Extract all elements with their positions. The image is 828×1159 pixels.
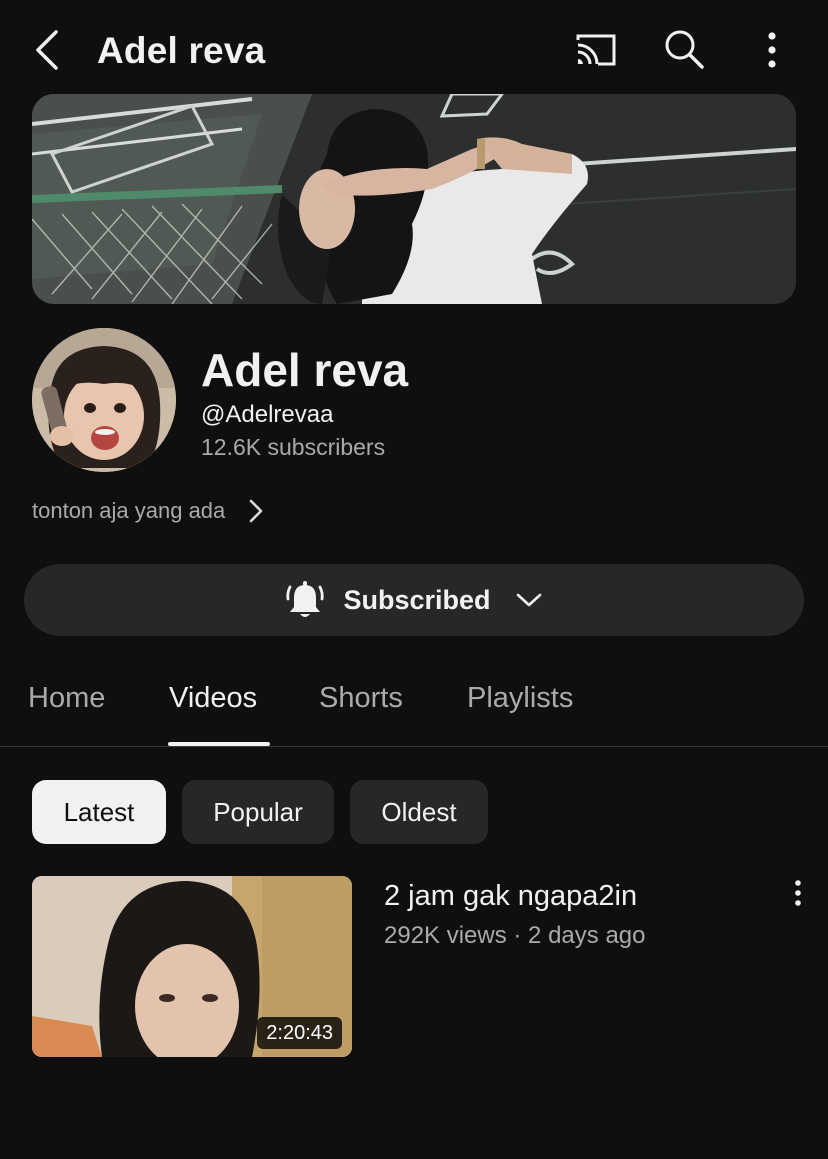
tab-shorts[interactable]: Shorts — [319, 682, 403, 715]
channel-page: Adel reva Adel reva @Adelrevaa 12.6K sub… — [0, 0, 828, 1159]
video-duration: 2:20:43 — [257, 1017, 342, 1049]
tab-home[interactable]: Home — [28, 682, 105, 715]
avatar-image — [32, 328, 176, 472]
channel-banner — [32, 94, 796, 304]
chip-latest[interactable]: Latest — [32, 780, 166, 844]
chip-oldest[interactable]: Oldest — [350, 780, 488, 844]
channel-tabs: Home Videos Shorts Playlists — [0, 668, 828, 748]
banner-image — [32, 94, 796, 304]
tab-videos[interactable]: Videos — [169, 682, 257, 715]
channel-handle: @Adelrevaa — [201, 401, 334, 428]
video-thumbnail[interactable]: 2:20:43 — [32, 876, 352, 1057]
cast-icon — [576, 34, 616, 66]
back-chevron-icon — [36, 30, 58, 70]
channel-name: Adel reva — [201, 344, 409, 396]
chevron-right-icon — [249, 499, 263, 523]
more-options-button[interactable] — [755, 30, 789, 70]
cast-button[interactable] — [572, 30, 618, 70]
more-vert-icon — [795, 880, 801, 906]
search-button[interactable] — [662, 27, 706, 71]
video-meta: 292K views · 2 days ago — [384, 922, 646, 949]
tab-playlists[interactable]: Playlists — [467, 682, 573, 715]
top-bar-title: Adel reva — [97, 30, 266, 71]
video-list-item[interactable]: 2:20:43 2 jam gak ngapa2in 292K views · … — [32, 876, 822, 1058]
channel-avatar[interactable] — [32, 328, 176, 472]
chip-popular[interactable]: Popular — [182, 780, 334, 844]
top-app-bar: Adel reva — [0, 0, 828, 100]
video-more-button[interactable] — [786, 878, 810, 912]
bell-ring-icon — [286, 581, 325, 617]
channel-description: tonton aja yang ada — [32, 498, 226, 523]
subscribed-label: Subscribed — [343, 584, 491, 615]
subscriber-count: 12.6K subscribers — [201, 434, 386, 460]
video-title[interactable]: 2 jam gak ngapa2in — [384, 880, 637, 913]
more-vert-icon — [768, 32, 776, 68]
tabs-divider — [0, 746, 828, 747]
chevron-down-icon — [516, 593, 541, 607]
back-button[interactable] — [28, 26, 68, 74]
subscribed-button[interactable]: Subscribed — [24, 564, 804, 636]
search-icon — [665, 30, 704, 69]
channel-description-link[interactable]: tonton aja yang ada — [32, 494, 265, 528]
